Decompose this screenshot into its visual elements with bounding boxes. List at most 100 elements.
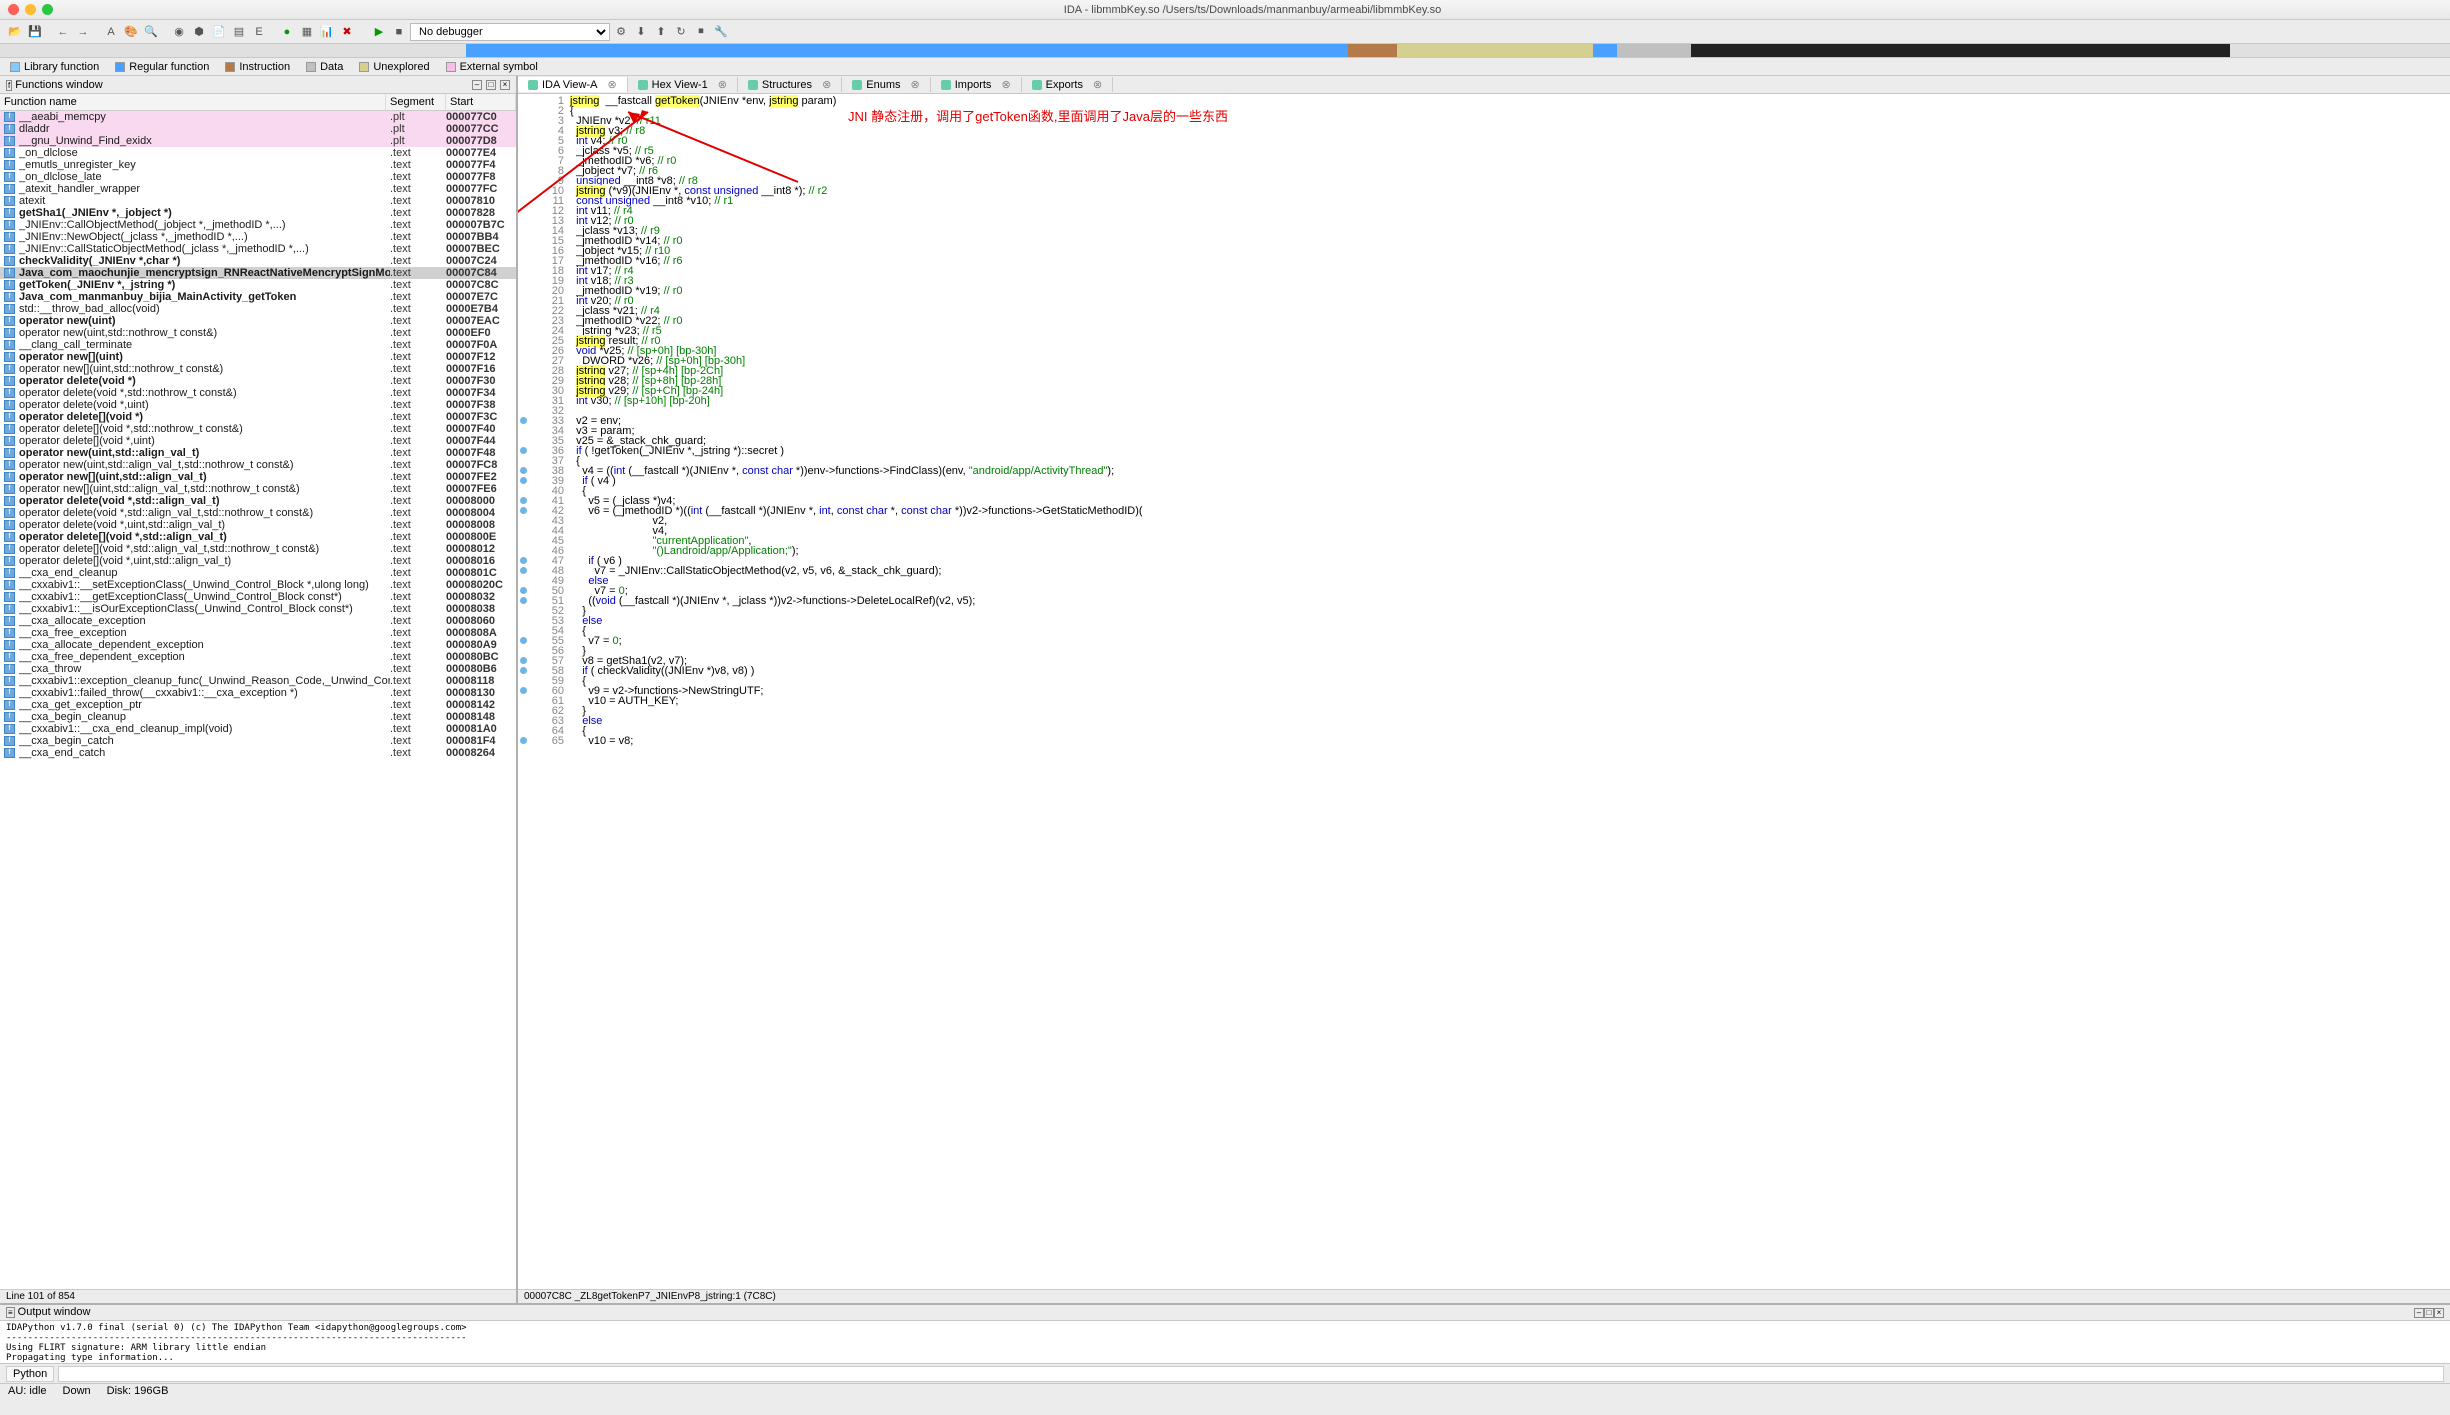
code-line[interactable]: 58 if ( checkValidity((JNIEnv *)v8, v8) … [518,666,2450,676]
code-line[interactable]: 14 _jclass *v13; // r9 [518,226,2450,236]
code-line[interactable]: 2{ [518,106,2450,116]
functions-list[interactable]: Function name Segment Start f__aeabi_mem… [0,94,516,1289]
function-row[interactable]: fJava_com_manmanbuy_bijia_MainActivity_g… [0,291,516,303]
function-row[interactable]: f__cxa_throw.text000080B6 [0,663,516,675]
close-tab-icon[interactable]: ⊗ [607,78,616,91]
code-line[interactable]: 60 v9 = v2->functions->NewStringUTF; [518,686,2450,696]
function-row[interactable]: f__cxxabiv1::__cxa_end_cleanup_impl(void… [0,723,516,735]
tab-structures[interactable]: Structures⊗ [738,77,842,92]
code-line[interactable]: 42 v6 = (_jmethodID *)((int (__fastcall … [518,506,2450,516]
function-row[interactable]: foperator new[](uint,std::align_val_t).t… [0,471,516,483]
function-row[interactable]: foperator delete[](void *).text00007F3C [0,411,516,423]
code-line[interactable]: 35 v25 = &_stack_chk_guard; [518,436,2450,446]
function-row[interactable]: f_emutls_unregister_key.text000077F4 [0,159,516,171]
code-line[interactable]: 23 _jmethodID *v22; // r0 [518,316,2450,326]
code-line[interactable]: 59 { [518,676,2450,686]
code-line[interactable]: 39 if ( v4 ) [518,476,2450,486]
function-row[interactable]: fJava_com_maochunjie_mencryptsign_RNReac… [0,267,516,279]
code-line[interactable]: 29 jstring v28; // [sp+8h] [bp-28h] [518,376,2450,386]
code-line[interactable]: 30 jstring v29; // [sp+Ch] [bp-24h] [518,386,2450,396]
navigation-band[interactable] [0,44,2450,58]
function-row[interactable]: foperator delete(void *,uint,std::align_… [0,519,516,531]
code-line[interactable]: 13 int v12; // r0 [518,216,2450,226]
pallete-icon[interactable]: 🎨 [122,23,140,41]
minimize-icon[interactable]: – [472,80,482,90]
dbg5-icon[interactable]: ⏹ [692,23,710,41]
function-row[interactable]: f_JNIEnv::CallObjectMethod(_jobject *,_j… [0,219,516,231]
code-line[interactable]: 12 int v11; // r4 [518,206,2450,216]
function-row[interactable]: foperator new[](uint,std::align_val_t,st… [0,483,516,495]
code-line[interactable]: 11 const unsigned __int8 *v10; // r1 [518,196,2450,206]
close-tab-icon[interactable]: ⊗ [1093,78,1102,91]
function-row[interactable]: f_atexit_handler_wrapper.text000077FC [0,183,516,195]
code-line[interactable]: 8 _jobject *v7; // r6 [518,166,2450,176]
code-line[interactable]: 21 int v20; // r0 [518,296,2450,306]
code-line[interactable]: 24 _jstring *v23; // r5 [518,326,2450,336]
function-row[interactable]: foperator new(uint,std::align_val_t,std:… [0,459,516,471]
debugger-select[interactable]: No debugger [410,23,610,41]
function-row[interactable]: f__cxxabiv1::__setExceptionClass(_Unwind… [0,579,516,591]
step-icon[interactable]: ▶ [370,23,388,41]
code-line[interactable]: 61 v10 = AUTH_KEY; [518,696,2450,706]
function-row[interactable]: foperator new(uint,std::nothrow_t const&… [0,327,516,339]
code-line[interactable]: 40 { [518,486,2450,496]
code-line[interactable]: 27 _DWORD *v26; // [sp+0h] [bp-30h] [518,356,2450,366]
code-line[interactable]: 1jstring __fastcall getToken(JNIEnv *env… [518,96,2450,106]
save-icon[interactable]: 💾 [26,23,44,41]
code-line[interactable]: 65 v10 = v8; [518,736,2450,746]
function-row[interactable]: fgetToken(_JNIEnv *,_jstring *).text0000… [0,279,516,291]
function-row[interactable]: fdladdr.plt000077CC [0,123,516,135]
dbg6-icon[interactable]: 🔧 [712,23,730,41]
code-line[interactable]: 46 "()Landroid/app/Application;"); [518,546,2450,556]
function-row[interactable]: f__cxa_begin_cleanup.text00008148 [0,711,516,723]
function-row[interactable]: f__cxa_free_exception.text0000808A [0,627,516,639]
function-row[interactable]: f_on_dlclose_late.text000077F8 [0,171,516,183]
function-row[interactable]: fatexit.text00007810 [0,195,516,207]
function-row[interactable]: f__gnu_Unwind_Find_exidx.plt000077D8 [0,135,516,147]
code-line[interactable]: 15 _jmethodID *v14; // r0 [518,236,2450,246]
output-min-icon[interactable]: – [2414,1308,2424,1318]
code-line[interactable]: 20 _jmethodID *v19; // r0 [518,286,2450,296]
function-row[interactable]: f__cxa_end_cleanup.text0000801C [0,567,516,579]
code-line[interactable]: 43 v2, [518,516,2450,526]
python-input[interactable] [58,1366,2444,1382]
function-row[interactable]: f__cxa_allocate_exception.text00008060 [0,615,516,627]
output-max-icon[interactable]: □ [2424,1308,2434,1318]
hex-icon[interactable]: ⬢ [190,23,208,41]
tab-hex-view-1[interactable]: Hex View-1⊗ [628,77,738,92]
function-row[interactable]: foperator new[](uint).text00007F12 [0,351,516,363]
function-row[interactable]: f__cxa_free_dependent_exception.text0000… [0,651,516,663]
maximize-window-button[interactable] [42,4,53,15]
col-start[interactable]: Start [446,94,516,110]
code-line[interactable]: 32 [518,406,2450,416]
open-icon[interactable]: 📂 [6,23,24,41]
enum-icon[interactable]: E [250,23,268,41]
code-line[interactable]: 38 v4 = ((int (__fastcall *)(JNIEnv *, c… [518,466,2450,476]
dbg4-icon[interactable]: ↻ [672,23,690,41]
code-line[interactable]: 57 v8 = getSha1(v2, v7); [518,656,2450,666]
python-label[interactable]: Python [6,1366,54,1382]
code-line[interactable]: 56 } [518,646,2450,656]
code-line[interactable]: 62 } [518,706,2450,716]
code-line[interactable]: 64 { [518,726,2450,736]
function-row[interactable]: foperator new(uint,std::align_val_t).tex… [0,447,516,459]
code-line[interactable]: 6 _jclass *v5; // r5 [518,146,2450,156]
code-line[interactable]: 18 int v17; // r4 [518,266,2450,276]
code-line[interactable]: 33 v2 = env; [518,416,2450,426]
function-row[interactable]: foperator delete[](void *,std::nothrow_t… [0,423,516,435]
code-line[interactable]: 22 _jclass *v21; // r4 [518,306,2450,316]
tab-enums[interactable]: Enums⊗ [842,77,930,92]
code-line[interactable]: 26 void *v25; // [sp+0h] [bp-30h] [518,346,2450,356]
code-line[interactable]: 19 int v18; // r3 [518,276,2450,286]
col-segment[interactable]: Segment [386,94,446,110]
functions-header[interactable]: Function name Segment Start [0,94,516,111]
function-row[interactable]: foperator new(uint).text00007EAC [0,315,516,327]
function-row[interactable]: f__aeabi_memcpy.plt000077C0 [0,111,516,123]
function-row[interactable]: f_JNIEnv::NewObject(_jclass *,_jmethodID… [0,231,516,243]
code-line[interactable]: 51 ((void (__fastcall *)(JNIEnv *, _jcla… [518,596,2450,606]
code-line[interactable]: 48 v7 = _JNIEnv::CallStaticObjectMethod(… [518,566,2450,576]
output-close-icon[interactable]: × [2434,1308,2444,1318]
close-tab-icon[interactable]: ⊗ [718,78,727,91]
tab-ida-view-a[interactable]: IDA View-A⊗ [518,77,628,92]
code-line[interactable]: 54 { [518,626,2450,636]
